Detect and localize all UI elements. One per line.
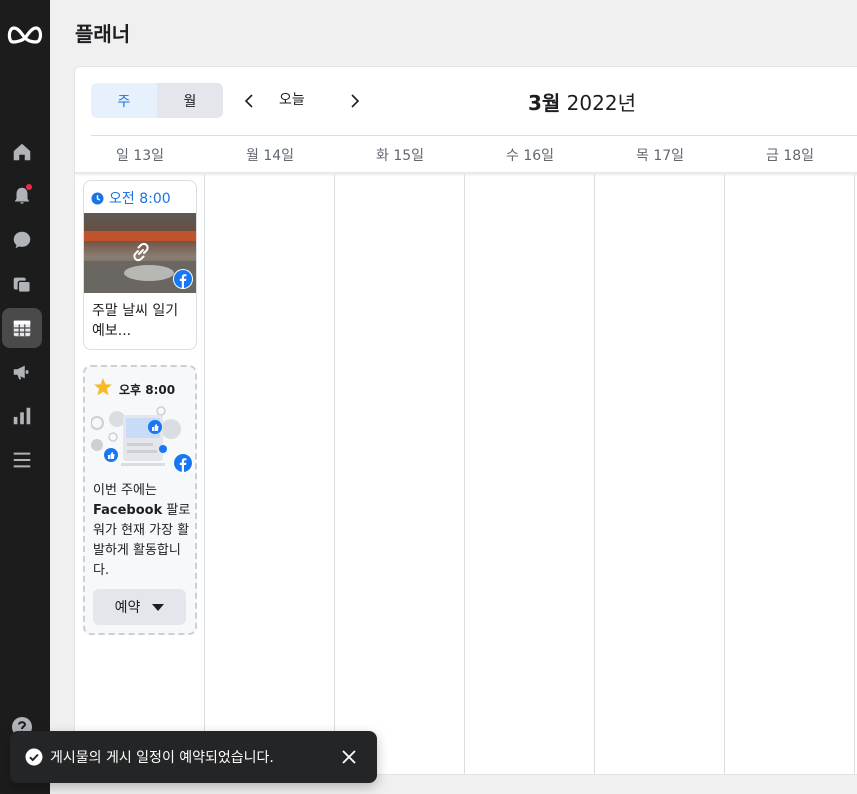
sparkle-star-icon	[94, 378, 112, 396]
link-icon	[133, 242, 149, 262]
recommended-time-card: 오후 8:00 이번 주에는 Facebook 팔로워가 현재 가장 활발하게 …	[83, 365, 197, 635]
day-header-fri: 금 18일	[765, 148, 815, 164]
facebook-icon	[174, 270, 192, 288]
sidebar	[0, 0, 50, 794]
post-thumbnail	[84, 213, 196, 293]
grid-top-divider	[75, 172, 857, 174]
sidebar-item-inbox[interactable]	[2, 220, 42, 260]
day-header-thu: 목 17일	[635, 148, 685, 164]
day-header-tue: 화 15일	[375, 148, 425, 164]
caret-down-icon	[152, 603, 165, 611]
menu-icon	[13, 452, 31, 468]
planner-panel: 주 월 오늘 3월 2022년 일 13일 월 14일 화 15일 수 16일 …	[74, 66, 857, 775]
next-week-button[interactable]	[343, 89, 367, 113]
current-month-label: 3월 2022년	[528, 87, 636, 116]
year-text: 2022년	[560, 91, 636, 115]
rec-text-bold: Facebook	[93, 503, 163, 518]
sidebar-item-ads[interactable]	[2, 352, 42, 392]
chevron-left-icon	[244, 94, 253, 108]
month-text: 3월	[528, 91, 561, 115]
column-divider	[204, 174, 205, 774]
month-view-button[interactable]: 월	[157, 83, 223, 118]
facebook-badge	[173, 453, 193, 473]
check-circle-icon	[25, 748, 43, 766]
thumb-bridge	[84, 231, 196, 241]
rec-text-before: 이번 주에는	[93, 483, 157, 498]
column-divider	[724, 174, 725, 774]
post-time-text: 오전 8:00	[109, 191, 171, 207]
post-time: 오전 8:00	[91, 188, 171, 208]
meta-logo-icon[interactable]	[5, 20, 45, 50]
sidebar-item-planner[interactable]	[2, 308, 42, 348]
column-divider	[464, 174, 465, 774]
calendar-grid-icon	[13, 320, 31, 337]
sidebar-item-notifications[interactable]	[2, 176, 42, 216]
chat-icon	[13, 231, 31, 249]
bar-chart-icon	[13, 407, 31, 425]
recommendation-text: 이번 주에는 Facebook 팔로워가 현재 가장 활발하게 활동합니다.	[93, 481, 193, 581]
sidebar-item-content[interactable]	[2, 264, 42, 304]
today-button[interactable]: 오늘	[279, 89, 305, 109]
schedule-button[interactable]: 예약	[93, 589, 186, 625]
view-toggle: 주 월	[91, 83, 223, 118]
success-toast: 게시물의 게시 일정이 예약되었습니다.	[10, 731, 377, 783]
home-icon	[13, 143, 31, 161]
day-header-sun: 일 13일	[115, 148, 165, 164]
sidebar-item-insights[interactable]	[2, 396, 42, 436]
sidebar-item-home[interactable]	[2, 132, 42, 172]
pages-icon	[13, 277, 31, 293]
notification-dot	[26, 184, 32, 190]
week-view-button[interactable]: 주	[91, 83, 157, 118]
facebook-badge	[173, 269, 193, 289]
megaphone-icon	[13, 365, 29, 380]
column-divider	[854, 174, 855, 774]
thumb-ice	[124, 265, 174, 281]
post-text: 주말 날씨 일기 예보...	[92, 303, 179, 339]
schedule-button-label: 예약	[114, 600, 141, 616]
column-divider	[594, 174, 595, 774]
chevron-right-icon	[351, 94, 360, 108]
day-headers: 일 13일 월 14일 화 15일 수 16일 목 17일 금 18일	[75, 136, 857, 172]
previous-week-button[interactable]	[237, 89, 261, 113]
toast-message: 게시물의 게시 일정이 예약되었습니다.	[50, 750, 274, 766]
facebook-icon	[174, 454, 192, 472]
day-header-mon: 월 14일	[245, 148, 295, 164]
scheduled-post-card[interactable]: 오전 8:00 주말 날씨 일기 예보...	[83, 180, 197, 350]
day-header-wed: 수 16일	[505, 148, 555, 164]
sidebar-item-all-tools[interactable]	[2, 440, 42, 480]
recommended-time: 오후 8:00	[119, 383, 176, 397]
close-icon[interactable]	[340, 748, 358, 766]
column-divider	[334, 174, 335, 774]
page-title: 플래너	[75, 22, 131, 46]
clock-icon	[91, 192, 104, 204]
